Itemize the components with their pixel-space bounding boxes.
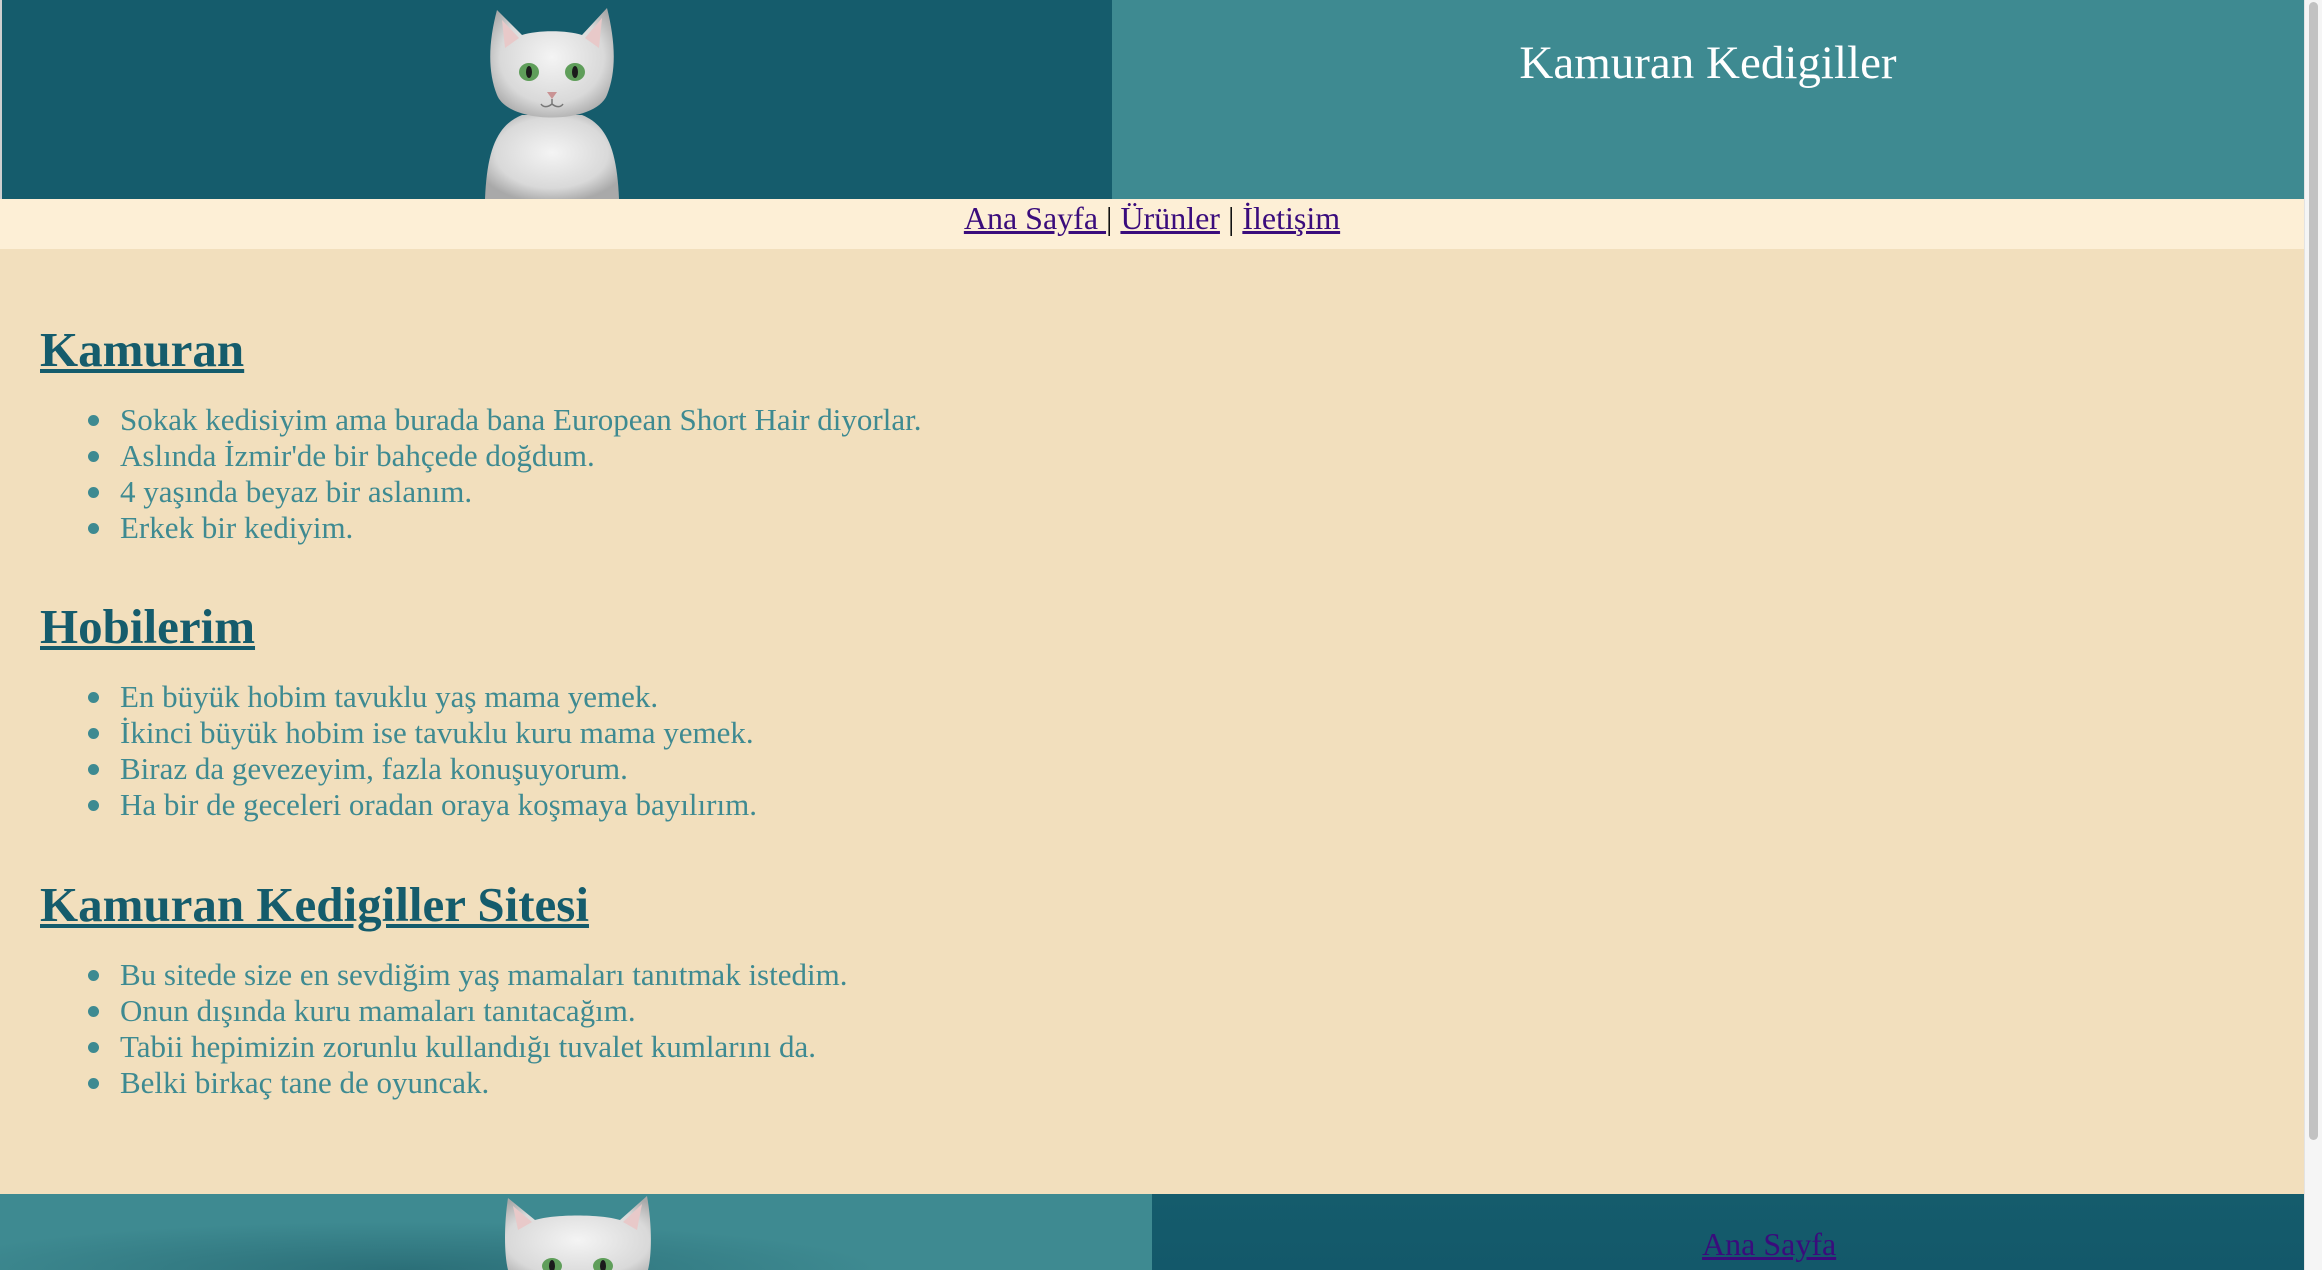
- list-item: Tabii hepimizin zorunlu kullandığı tuval…: [88, 1029, 2240, 1065]
- section-list: En büyük hobim tavuklu yaş mama yemek. İ…: [40, 679, 2240, 823]
- list-item: Belki birkaç tane de oyuncak.: [88, 1065, 2240, 1101]
- nav-separator: |: [1227, 200, 1235, 236]
- nav-link-products[interactable]: Ürünler: [1120, 200, 1220, 236]
- header-title-panel: Kamuran Kedigiller: [1112, 0, 2304, 199]
- scrollbar-thumb[interactable]: [2309, 2, 2318, 1140]
- vertical-scrollbar[interactable]: [2304, 0, 2322, 1270]
- list-item: İkinci büyük hobim ise tavuklu kuru mama…: [88, 715, 2240, 751]
- list-item: Bu sitede size en sevdiğim yaş mamaları …: [88, 957, 2240, 993]
- nav-separator: |: [1106, 200, 1113, 236]
- main-nav: Ana Sayfa | Ürünler | İletişim: [0, 199, 2304, 249]
- section-title: Hobilerim: [40, 599, 256, 654]
- list-item: Erkek bir kediyim.: [88, 510, 2240, 546]
- list-item: Aslında İzmir'de bir bahçede doğdum.: [88, 438, 2240, 474]
- list-item: Biraz da gevezeyim, fazla konuşuyorum.: [88, 751, 2240, 787]
- nav-link-home[interactable]: Ana Sayfa: [964, 200, 1106, 236]
- cat-photo-footer: [500, 1194, 655, 1270]
- list-item: 4 yaşında beyaz bir aslanım.: [88, 474, 2240, 510]
- nav-link-contact[interactable]: İletişim: [1242, 200, 1340, 236]
- list-item: Sokak kedisiyim ama burada bana European…: [88, 402, 2240, 438]
- footer-logo-panel: [0, 1194, 1152, 1270]
- list-item: Onun dışında kuru mamaları tanıtacağım.: [88, 993, 2240, 1029]
- section-list: Sokak kedisiyim ama burada bana European…: [40, 402, 2240, 546]
- section-kamuran: Kamuran Sokak kedisiyim ama burada bana …: [40, 320, 2240, 546]
- section-title: Kamuran: [40, 322, 245, 377]
- site-title: Kamuran Kedigiller: [1519, 37, 1897, 89]
- list-item: En büyük hobim tavuklu yaş mama yemek.: [88, 679, 2240, 715]
- section-list: Bu sitede size en sevdiğim yaş mamaları …: [40, 957, 2240, 1101]
- site-footer: Ana Sayfa: [0, 1194, 2304, 1270]
- section-site: Kamuran Kedigiller Sitesi Bu sitede size…: [40, 875, 2240, 1101]
- footer-link-home[interactable]: Ana Sayfa: [1702, 1226, 1836, 1263]
- page: Kamuran Kedigiller Ana Sayfa | Ürünler |…: [0, 0, 2304, 1270]
- footer-nav-panel: Ana Sayfa: [1152, 1194, 2304, 1270]
- site-header: Kamuran Kedigiller: [0, 0, 2304, 199]
- list-item: Ha bir de geceleri oradan oraya koşmaya …: [88, 787, 2240, 823]
- cat-photo-logo: [467, 0, 637, 199]
- section-title: Kamuran Kedigiller Sitesi: [40, 877, 589, 932]
- header-logo-panel: [0, 0, 1112, 199]
- section-hobbies: Hobilerim En büyük hobim tavuklu yaş mam…: [40, 597, 2240, 823]
